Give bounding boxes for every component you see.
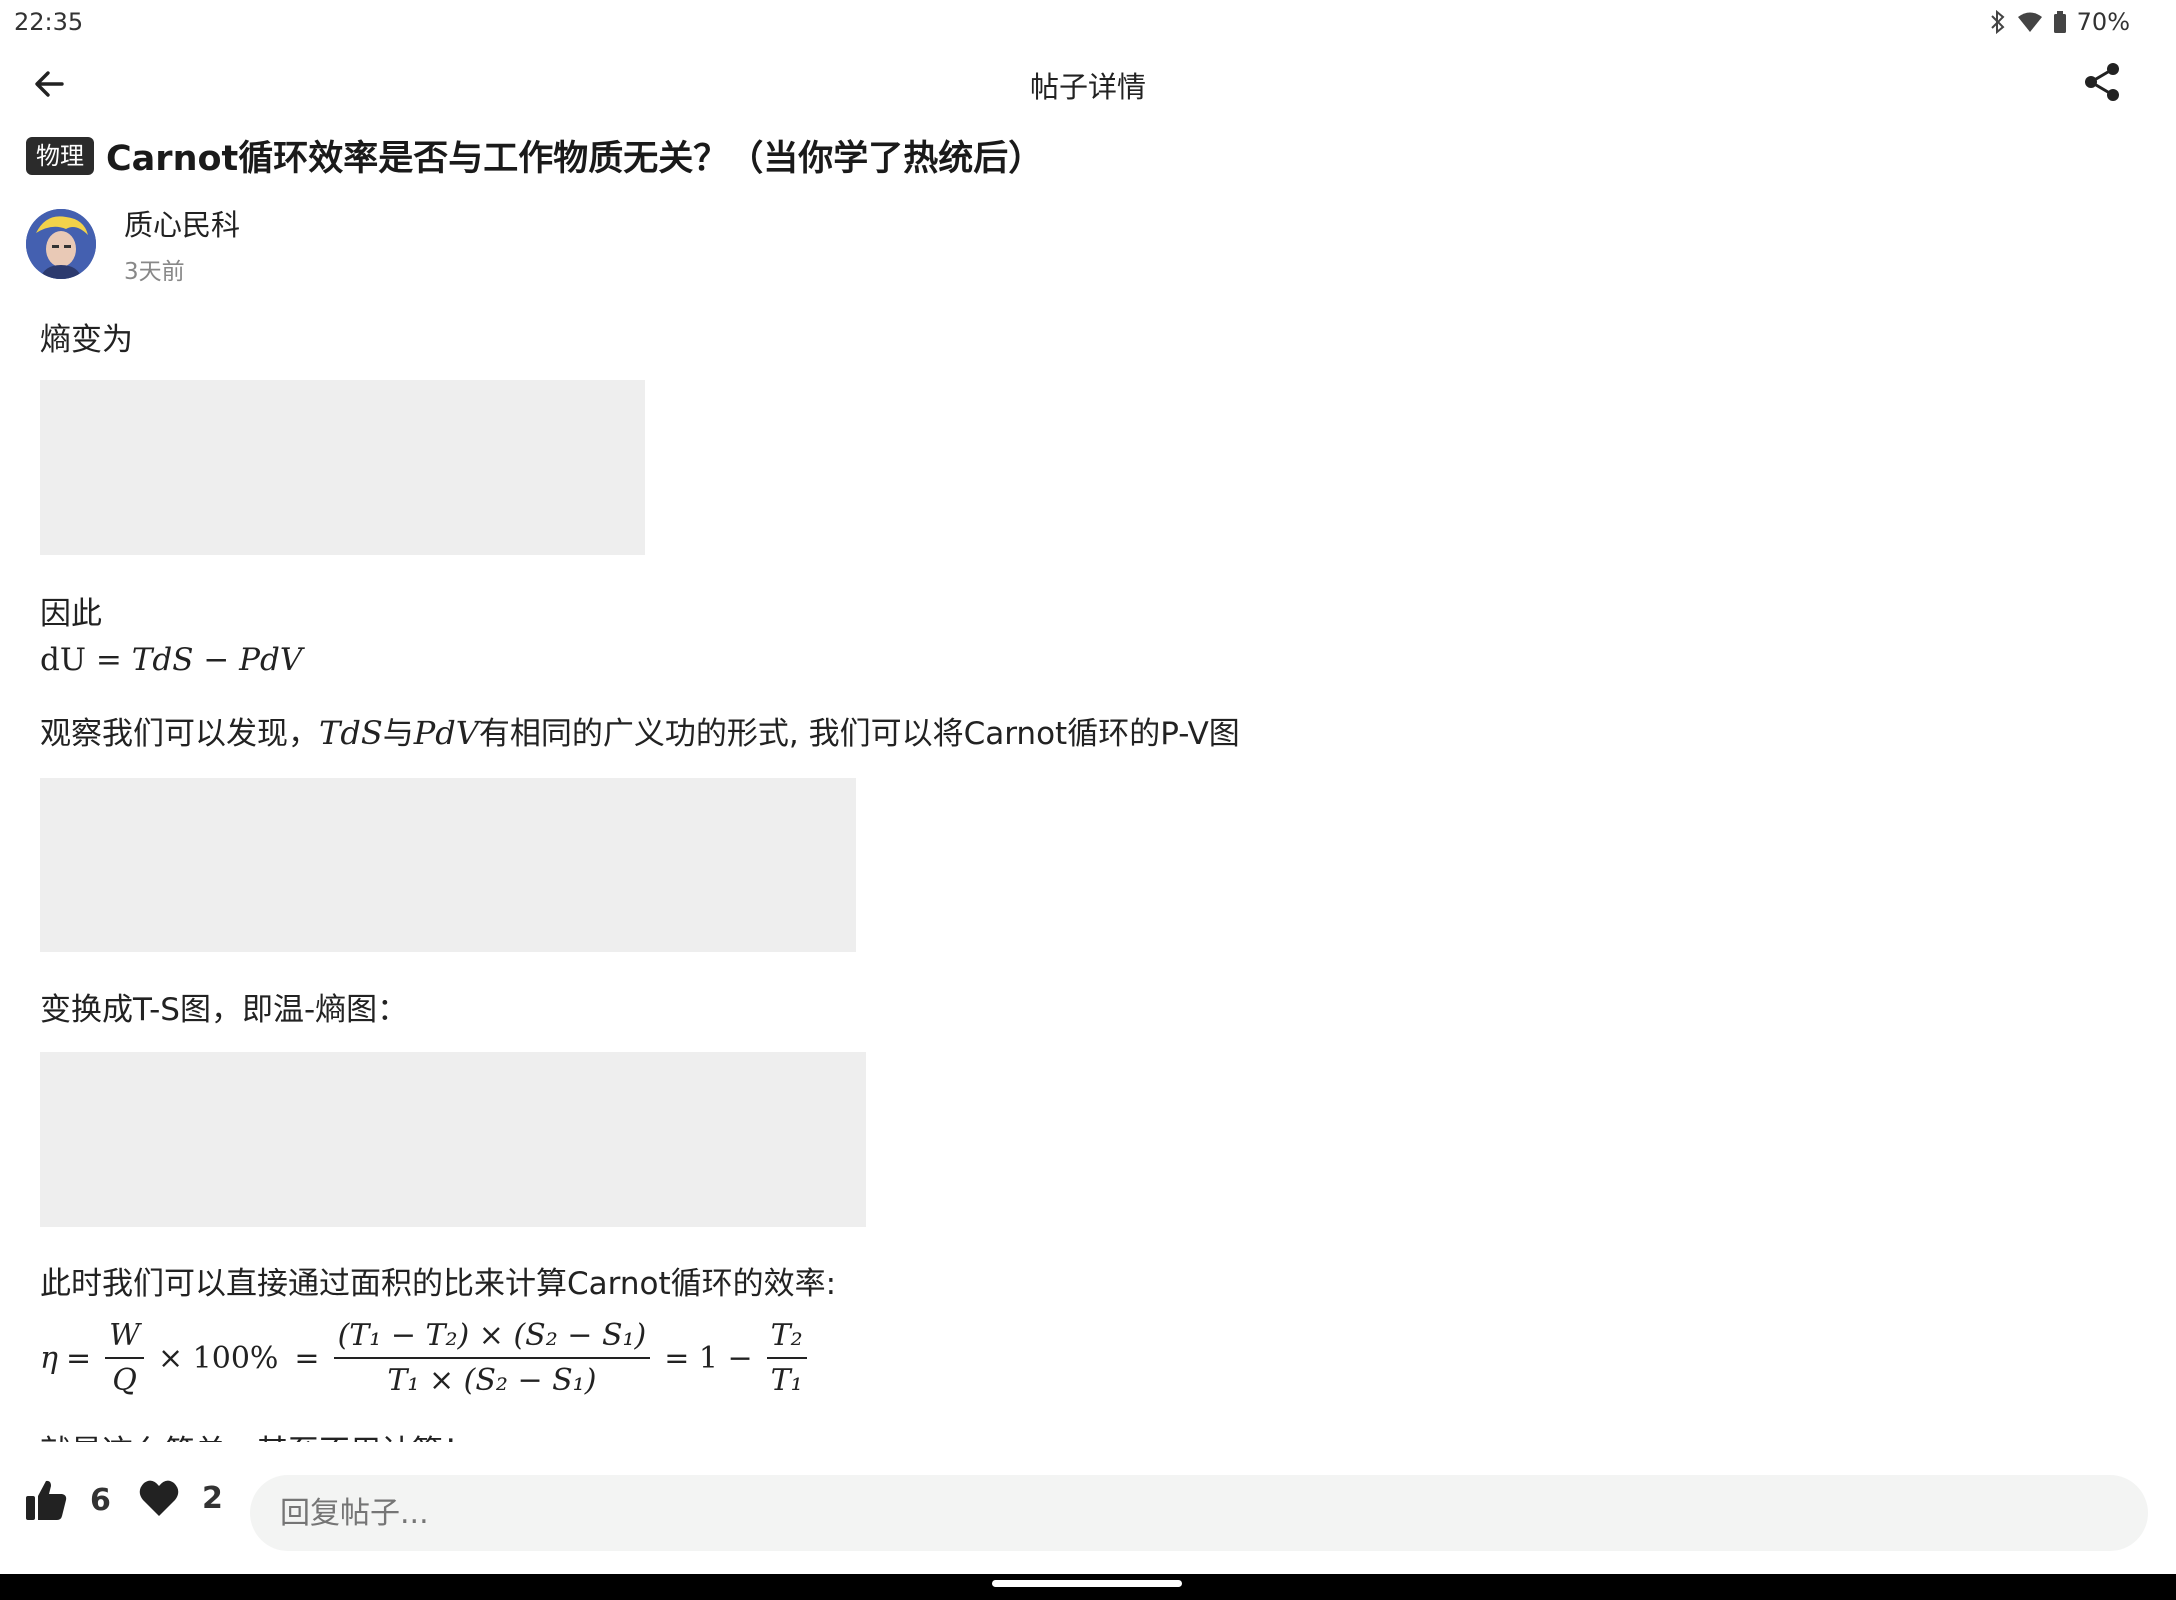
page-title: 帖子详情 [1029, 70, 1146, 104]
content-text: 熵变为 [40, 322, 133, 358]
post-title: Carnot循环效率是否与工作物质无关？（当你学了热统后） [106, 139, 1044, 179]
battery-percent: 70% [2076, 8, 2130, 36]
like-count: 6 [90, 1482, 111, 1518]
system-nav-bar [0, 1574, 2176, 1600]
share-button[interactable] [2080, 60, 2124, 104]
post-content: 熵变为 因此 dU = TdS − PdV 观察我们可以发现，TdS与PdV有相… [40, 300, 2140, 1442]
avatar[interactable] [26, 209, 96, 279]
status-bar: 22:35 70% [0, 0, 2176, 44]
heart-icon [139, 1480, 179, 1516]
favorite-button[interactable]: 2 [138, 1478, 223, 1518]
content-text: 因此 [40, 596, 102, 632]
equation-efficiency: η = WQ × 100% = (T₁ − T₂) × (S₂ − S₁) T₁ … [40, 1318, 813, 1398]
category-tag[interactable]: 物理 [26, 136, 94, 175]
status-icons: 70% [1989, 8, 2130, 36]
author-name[interactable]: 质心民科 [124, 202, 240, 244]
content-image[interactable] [40, 1052, 866, 1227]
content-text: 观察我们可以发现，TdS与PdV有相同的广义功的形式, 我们可以将Carnot循… [40, 714, 1240, 752]
post-headline: 物理 Carnot循环效率是否与工作物质无关？（当你学了热统后） [26, 130, 1043, 181]
bottom-action-bar: 6 2 [0, 1450, 2176, 1574]
wifi-icon [2017, 11, 2043, 33]
bluetooth-icon [1989, 10, 2007, 34]
like-button[interactable]: 6 [24, 1478, 111, 1522]
thumbs-up-icon [26, 1480, 67, 1520]
content-text: 此时我们可以直接通过面积的比来计算Carnot循环的效率: [40, 1266, 837, 1302]
app-bar: 帖子详情 [0, 44, 2176, 120]
content-image[interactable] [40, 778, 856, 952]
content-text: 就是这么简单，甚至不用计算！ [40, 1426, 474, 1442]
content-image[interactable] [40, 380, 645, 555]
battery-icon [2053, 10, 2067, 34]
equation-du: dU = TdS − PdV [40, 642, 303, 678]
content-text: 变换成T-S图，即温-熵图： [40, 992, 409, 1028]
author-info[interactable]: 质心民科 3天前 [26, 202, 240, 286]
home-handle[interactable] [992, 1580, 1182, 1587]
favorite-count: 2 [202, 1480, 223, 1516]
reply-input[interactable] [250, 1475, 2148, 1551]
post-time: 3天前 [124, 259, 185, 285]
share-icon [2085, 63, 2119, 101]
status-time: 22:35 [14, 8, 84, 36]
